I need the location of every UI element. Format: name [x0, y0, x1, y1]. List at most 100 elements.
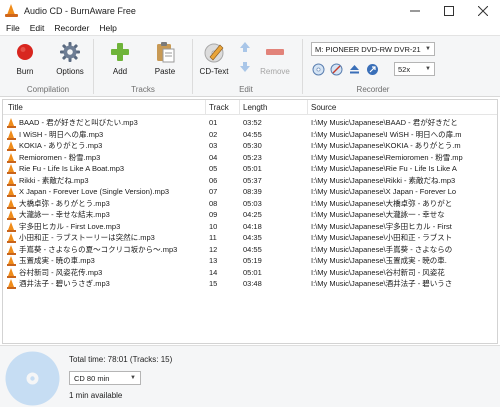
close-button[interactable] [466, 0, 500, 21]
track-length: 05:30 [243, 141, 262, 151]
window-controls [398, 0, 500, 21]
table-row[interactable]: 小田和正 - ラブストーリーは突然に.mp3 11 04:35 I:\My Music… [3, 232, 497, 244]
drive-select[interactable]: M: PIONEER DVD-RW DVR-21 ▼ [311, 42, 435, 56]
arrow-up-icon [240, 42, 250, 52]
track-title: Remioromen - 粉雪.mp3 [19, 152, 101, 162]
speed-select[interactable]: 52x ▼ [394, 62, 435, 76]
track-number: 07 [209, 187, 218, 197]
burn-button[interactable]: Burn [10, 40, 40, 76]
move-up-button[interactable] [238, 40, 252, 54]
table-row[interactable]: Rikki - 素敵だね.mp3 06 05:37 I:\My Music\Japan… [3, 175, 497, 187]
track-number: 14 [209, 267, 218, 277]
disc-info-button[interactable] [311, 62, 325, 76]
vlc-cone-icon [7, 164, 16, 174]
track-length: 05:37 [243, 175, 262, 185]
chevron-down-icon: ▼ [425, 46, 431, 52]
track-number: 13 [209, 256, 218, 266]
track-length: 04:18 [243, 221, 262, 231]
track-number: 12 [209, 244, 218, 254]
group-divider [302, 39, 303, 94]
vlc-cone-icon [7, 129, 16, 140]
track-title: Rie Fu - Life Is Like A Boat.mp3 [19, 164, 125, 174]
table-row[interactable]: BAAD - 君が好きだと叫びたい.mp3 01 03:52 I:\My Music\… [3, 117, 497, 129]
vlc-cone-icon [7, 256, 16, 266]
track-title: I WiSH - 明日への扉.mp3 [19, 129, 104, 139]
table-row[interactable]: 宇多田ヒカル - First Love.mp3 10 04:18 I:\My Musi… [3, 221, 497, 233]
remove-button[interactable]: Remove [258, 40, 292, 76]
column-source[interactable]: Source [311, 103, 336, 112]
vlc-cone-icon [7, 267, 16, 278]
paste-button[interactable]: Paste [149, 40, 181, 76]
speed-button[interactable] [365, 62, 379, 76]
maximize-button[interactable] [432, 0, 466, 21]
menu-file[interactable]: File [0, 23, 25, 33]
column-track[interactable]: Track [209, 103, 229, 112]
column-title[interactable]: Title [8, 103, 23, 112]
track-title: 手嶌葵 - さよならの夏～コクリコ坂から～.mp3 [19, 244, 178, 254]
table-row[interactable]: I WiSH - 明日への扉.mp3 02 04:55 I:\My Music\Jap… [3, 129, 497, 141]
track-title: KOKIA - ありがとう.mp3 [19, 141, 103, 151]
track-source: I:\My Music\Japanese\宇多田ヒカル - First [311, 221, 452, 231]
table-row[interactable]: 酒井法子 - 碧いうさぎ.mp3 15 03:48 I:\My Music\Japan… [3, 278, 497, 290]
vlc-cone-icon [7, 198, 16, 209]
vlc-cone-icon [7, 141, 16, 151]
table-row[interactable]: 玉置成実 - 暁の車.mp3 13 05:19 I:\My Music\Japanes… [3, 255, 497, 267]
table-header: Title Track Length Source [3, 100, 497, 115]
eject-button[interactable] [347, 62, 361, 76]
track-title: 大瀧詠一 - 幸せな結末.mp3 [19, 210, 110, 220]
burn-label: Burn [16, 67, 34, 76]
track-source: I:\My Music\Japanese\Rie Fu - Life Is Li… [311, 164, 457, 174]
table-row[interactable]: 大橋卓弥 - ありがとう.mp3 08 05:03 I:\My Music\Japan… [3, 198, 497, 210]
track-source: I:\My Music\Japanese\玉置成実 - 暁の車. [311, 256, 447, 266]
track-title: Rikki - 素敵だね.mp3 [19, 175, 89, 185]
add-button[interactable]: Add [105, 40, 135, 76]
table-row[interactable]: KOKIA - ありがとう.mp3 03 05:30 I:\My Music\Japa… [3, 140, 497, 152]
track-title: X Japan - Forever Love (Single Version).… [19, 187, 170, 197]
track-number: 04 [209, 152, 218, 162]
table-row[interactable]: 大瀧詠一 - 幸せな結末.mp3 09 04:25 I:\My Music\Japan… [3, 209, 497, 221]
track-length: 08:39 [243, 187, 262, 197]
track-length: 04:35 [243, 233, 262, 243]
disc-type-select[interactable]: CD 80 min ▼ [69, 371, 141, 385]
track-length: 05:01 [243, 164, 262, 174]
gear-icon [58, 40, 82, 64]
minimize-button[interactable] [398, 0, 432, 21]
track-source: I:\My Music\Japanese\X Japan - Forever L… [311, 187, 457, 197]
erase-button[interactable] [329, 62, 343, 76]
track-number: 15 [209, 279, 218, 289]
track-source: I:\My Music\Japanese\KOKIA - ありがとう.m [311, 141, 461, 151]
menu-recorder[interactable]: Recorder [49, 23, 94, 33]
move-down-button[interactable] [238, 60, 252, 74]
table-row[interactable]: 手嶌葵 - さよならの夏～コクリコ坂から～.mp3 12 04:55 I:\My Mu… [3, 244, 497, 256]
vlc-cone-icon [7, 152, 16, 163]
table-row[interactable]: Rie Fu - Life Is Like A Boat.mp3 05 05:01 I… [3, 163, 497, 175]
track-number: 01 [209, 118, 218, 128]
track-list[interactable]: Title Track Length Source BAAD - 君が好きだと叫… [2, 99, 498, 344]
track-source: I:\My Music\Japanese\手嶌葵 - さよならの [311, 244, 453, 254]
track-title: 宇多田ヒカル - First Love.mp3 [19, 221, 121, 231]
track-source: I:\My Music\Japanese\Rikki - 素敵だね.mp3 [311, 175, 456, 185]
eject-icon [349, 64, 359, 73]
chevron-down-icon: ▼ [425, 66, 431, 72]
chevron-down-icon: ▼ [130, 375, 136, 381]
erase-disc-icon [330, 63, 342, 75]
column-divider [239, 100, 240, 115]
track-length: 05:23 [243, 152, 262, 162]
track-number: 11 [209, 233, 217, 243]
track-number: 08 [209, 198, 218, 208]
cd-text-button[interactable]: CD-Text [198, 40, 230, 76]
table-row[interactable]: X Japan - Forever Love (Single Version).… [3, 186, 497, 198]
options-button[interactable]: Options [53, 40, 87, 76]
status-panel: Total time: 78:01 (Tracks: 15) CD 80 min… [0, 345, 500, 407]
table-row[interactable]: 谷村新司 - 风姿花传.mp3 14 05:01 I:\My Music\Japane… [3, 267, 497, 279]
column-length[interactable]: Length [243, 103, 267, 112]
menu-help[interactable]: Help [94, 23, 121, 33]
track-length: 05:19 [243, 256, 262, 266]
track-source: I:\My Music\Japanese\大橋卓弥 - ありがと [311, 198, 453, 208]
edit-group-label: Edit [239, 85, 253, 94]
menu-edit[interactable]: Edit [25, 23, 50, 33]
table-row[interactable]: Remioromen - 粉雪.mp3 04 05:23 I:\My Music\Ja… [3, 152, 497, 164]
vlc-cone-icon [7, 233, 16, 243]
window-title: Audio CD - BurnAware Free [24, 5, 136, 16]
vlc-cone-icon [7, 175, 16, 186]
